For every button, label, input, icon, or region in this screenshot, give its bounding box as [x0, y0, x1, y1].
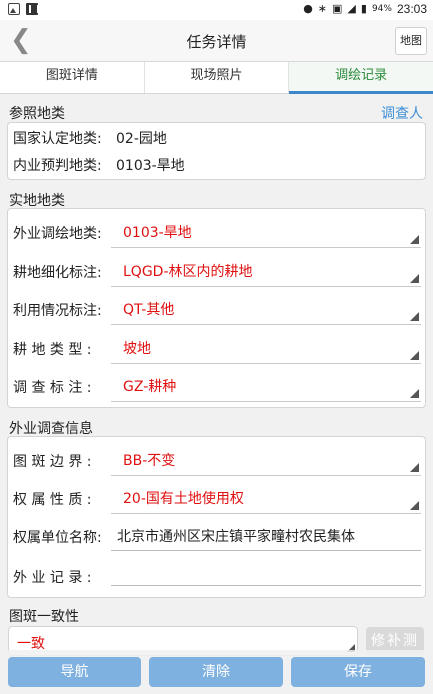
dropdown-arrow-icon — [410, 235, 419, 244]
survey-mark-select[interactable]: GZ-耕种 — [111, 368, 421, 402]
owner-unit-input[interactable]: 北京市通州区宋庄镇平家疃村农民集体 — [111, 521, 421, 551]
survey-land-class-select[interactable]: 0103-旱地 — [111, 214, 421, 248]
dropdown-arrow-icon — [410, 274, 419, 283]
owner-unit-value: 北京市通州区宋庄镇平家疃村农民集体 — [117, 529, 355, 545]
row-label: 内业预判地类: — [13, 158, 102, 174]
field-survey-section-title: 外业调查信息 — [9, 421, 93, 437]
signal-icon: ◢ — [347, 2, 356, 15]
actual-section-title: 实地地类 — [9, 193, 65, 209]
consistency-section-title: 图斑一致性 — [9, 609, 79, 625]
battery-percent: 94% — [371, 4, 392, 14]
clear-button[interactable]: 清除 — [149, 657, 283, 687]
farmland-type-select[interactable]: 坡地 — [111, 330, 421, 364]
row-label: 耕 地 类 型 : — [13, 342, 92, 358]
select-value: 坡地 — [123, 341, 151, 357]
predicted-land-class-value: 0103-旱地 — [116, 158, 185, 174]
dropdown-arrow-icon — [410, 351, 419, 360]
row-label: 外业调绘地类: — [13, 226, 102, 242]
row-label: 外 业 记 录 : — [13, 570, 92, 586]
row-label: 耕地细化标注: — [13, 265, 102, 281]
tab-bar: 图斑详情 现场照片 调绘记录 — [0, 62, 433, 94]
ownership-type-select[interactable]: 20-国有土地使用权 — [111, 480, 421, 514]
field-survey-card: 图 斑 边 界 : BB-不变 权 属 性 质 : 20-国有土地使用权 权属单… — [7, 436, 426, 598]
no-sim-icon: ▣ — [332, 2, 343, 15]
dropdown-arrow-icon — [410, 463, 419, 472]
dropdown-arrow-icon — [410, 312, 419, 321]
status-bar: ● ∗ ▣ ◢ ▮ 94% 23:03 — [0, 0, 433, 20]
row-label: 权属单位名称: — [13, 530, 102, 546]
clock: 23:03 — [396, 2, 427, 16]
tab-spot-details[interactable]: 图斑详情 — [0, 62, 145, 93]
navigate-button[interactable]: 导航 — [8, 657, 141, 687]
image-notification-icon — [8, 3, 20, 15]
location-icon: ● — [303, 2, 313, 15]
n-notification-icon — [26, 3, 39, 15]
save-button[interactable]: 保存 — [291, 657, 425, 687]
tab-survey-record[interactable]: 调绘记录 — [289, 62, 433, 94]
select-value: BB-不变 — [123, 453, 176, 469]
page-title: 任务详情 — [186, 33, 247, 51]
map-button[interactable]: 地图 — [395, 27, 427, 55]
row-label: 调 查 标 注 : — [13, 380, 92, 396]
tab-site-photos[interactable]: 现场照片 — [145, 62, 290, 93]
row-label: 国家认定地类: — [13, 131, 102, 147]
field-record-input[interactable] — [111, 558, 421, 586]
select-value: 20-国有土地使用权 — [123, 491, 244, 507]
farmland-detail-select[interactable]: LQGD-林区内的耕地 — [111, 253, 421, 287]
investigator-link[interactable]: 调查人 — [381, 103, 423, 123]
select-value: LQGD-林区内的耕地 — [123, 264, 253, 280]
select-value: GZ-耕种 — [123, 379, 177, 395]
select-value: 0103-旱地 — [123, 225, 192, 241]
bluetooth-icon: ∗ — [317, 2, 328, 15]
spot-boundary-select[interactable]: BB-不变 — [111, 442, 421, 476]
reference-card: 国家认定地类: 02-园地 内业预判地类: 0103-旱地 — [7, 122, 426, 180]
dropdown-arrow-icon — [410, 389, 419, 398]
national-land-class-value: 02-园地 — [116, 131, 167, 147]
actual-card: 外业调绘地类: 0103-旱地 耕地细化标注: LQGD-林区内的耕地 利用情况… — [7, 208, 426, 408]
select-value: QT-其他 — [123, 302, 175, 318]
title-bar: ❮ 任务详情 地图 — [0, 20, 433, 62]
reference-section-title: 参照地类 — [9, 106, 65, 122]
row-label: 图 斑 边 界 : — [13, 454, 92, 470]
usage-status-select[interactable]: QT-其他 — [111, 291, 421, 325]
dropdown-arrow-icon — [410, 501, 419, 510]
row-label: 权 属 性 质 : — [13, 492, 92, 508]
row-label: 利用情况标注: — [13, 303, 102, 319]
battery-icon: ▮ — [360, 2, 367, 15]
